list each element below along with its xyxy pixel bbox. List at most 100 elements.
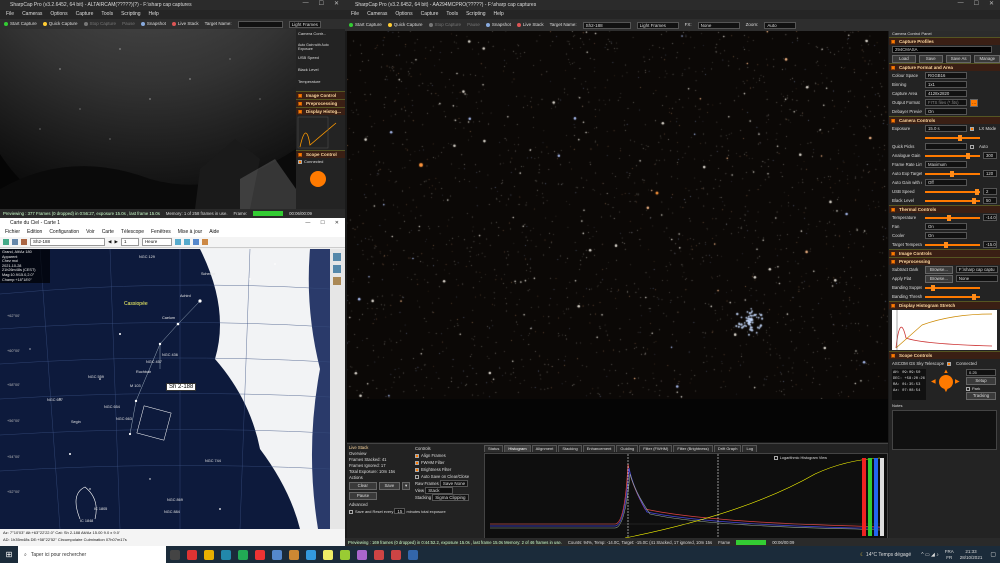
scope-stop-button[interactable]	[939, 375, 953, 389]
clock[interactable]: 21:33 28/10/2021	[960, 549, 983, 561]
open-icon[interactable]	[3, 239, 9, 245]
cooler-select[interactable]: On	[925, 232, 967, 239]
app-icon[interactable]	[288, 549, 299, 560]
quick-capture-button[interactable]: Quick Capture	[387, 20, 423, 30]
save-icon[interactable]	[12, 239, 18, 245]
menu-item-scripting[interactable]: Scripting	[121, 10, 140, 19]
zoom-in-icon[interactable]	[333, 253, 341, 261]
weather-widget[interactable]: ☾ 14°C Temps dégagé	[860, 552, 911, 558]
arrow-left-icon[interactable]: ◀	[931, 378, 936, 385]
scope-connected-row[interactable]: Connected	[296, 158, 345, 165]
close-icon[interactable]: ✕	[989, 0, 994, 7]
image-controls-header[interactable]: Image Control	[296, 91, 345, 100]
auto-gain-select[interactable]: Off	[925, 179, 967, 186]
preprocessing-header[interactable]: Preprocessing	[296, 99, 345, 108]
sky-map[interactable]: NGC 129 Schedar Achird Cassiopée Caelum +62°0…	[0, 249, 330, 529]
app-icon[interactable]	[305, 549, 316, 560]
camera-controls-header[interactable]: Camera Controls	[889, 116, 1000, 125]
app-icon[interactable]	[254, 549, 265, 560]
scope-direction-pad[interactable]	[310, 171, 326, 187]
exposure-slider[interactable]	[925, 134, 980, 141]
menu-item-cameras[interactable]: Cameras	[22, 10, 42, 19]
display-histogram-header[interactable]: Display Histog...	[296, 107, 345, 116]
raw-frames-select[interactable]: Save None	[439, 480, 469, 487]
target-label[interactable]: Sh 2-188	[166, 383, 197, 391]
brightness-checkbox[interactable]	[415, 467, 419, 472]
analogue-gain-slider[interactable]	[925, 152, 980, 159]
fwhm-checkbox[interactable]	[415, 460, 419, 465]
debayer-select[interactable]: On	[925, 108, 967, 115]
fan-select[interactable]: On	[925, 223, 967, 230]
menu-item-capture[interactable]: Capture	[76, 10, 94, 19]
target-name-input[interactable]: Sh2-188	[582, 21, 631, 29]
tool-icon[interactable]	[183, 239, 190, 245]
zoom-out-icon[interactable]	[333, 265, 341, 273]
stack-channel-sliders[interactable]	[861, 458, 885, 536]
tab-filter-brightness-[interactable]: Filter (Brightness)	[673, 445, 713, 452]
align-checkbox[interactable]	[415, 453, 419, 458]
scope-controls-header[interactable]: Scope Controls	[889, 351, 1000, 360]
frame-rate-select[interactable]: Maximum	[925, 161, 967, 168]
snapshot-button[interactable]: Snapshot	[485, 20, 511, 30]
exposure-input[interactable]: 15.0 s	[925, 125, 967, 132]
green-channel-slider[interactable]	[868, 458, 872, 536]
app-icon[interactable]	[322, 549, 333, 560]
auto-exp-slider[interactable]	[925, 170, 980, 177]
tool-icon[interactable]	[192, 239, 199, 245]
carte-menu-item-edition[interactable]: Edition	[27, 228, 42, 237]
auto-save-row[interactable]: Auto Save on Clear/Close	[415, 473, 481, 480]
luminance-channel-slider[interactable]	[880, 458, 884, 536]
menu-item-cameras[interactable]: Cameras	[367, 10, 387, 19]
live-stack-histogram[interactable]: Logarithmic Histogram View	[484, 453, 888, 539]
starfield-preview[interactable]	[347, 31, 888, 399]
dark-file-select[interactable]: F:\sharp cap captu	[955, 266, 998, 273]
display-histogram-header[interactable]: Display Histogram Stretch	[889, 301, 1000, 310]
banding-suppression-slider[interactable]	[925, 284, 980, 291]
profile-load-button[interactable]: Load	[892, 54, 916, 63]
sharpcap-icon[interactable]	[390, 549, 401, 560]
unit-select[interactable]: Heure	[141, 238, 172, 246]
print-icon[interactable]	[21, 239, 27, 245]
taskbar-search[interactable]: ⌕ Taper ici pour rechercher	[18, 546, 166, 563]
banding-threshold-slider[interactable]	[925, 293, 980, 300]
flat-browse-button[interactable]: Browse...	[925, 274, 953, 283]
image-controls-header[interactable]: Image Controls	[889, 249, 1000, 258]
close-icon[interactable]: ✕	[335, 218, 339, 228]
usb-speed-input[interactable]: 2	[983, 188, 997, 195]
save-reset-minutes-input[interactable]: 15	[394, 508, 406, 514]
tab-guiding[interactable]: Guiding	[616, 445, 639, 452]
carte-menu-item-t-lescope[interactable]: Télescope	[121, 228, 144, 237]
preprocessing-header[interactable]: Preprocessing	[889, 257, 1000, 266]
app-icon[interactable]	[356, 549, 367, 560]
menu-item-options[interactable]: Options	[395, 10, 412, 19]
lx-mode-checkbox[interactable]	[970, 126, 974, 131]
tab-drift-graph[interactable]: Drift Graph	[713, 445, 742, 452]
profile-select[interactable]: 294CMASA	[892, 46, 992, 53]
quick-picks-select[interactable]	[925, 143, 967, 150]
snapshot-button[interactable]: Snapshot	[140, 19, 166, 29]
black-level-input[interactable]: 50	[983, 197, 997, 204]
zoom-select[interactable]: Auto	[764, 21, 797, 29]
minimize-icon[interactable]: —	[303, 0, 309, 7]
auto-save-checkbox[interactable]	[415, 474, 419, 479]
live-stack-button[interactable]: Live Stack	[516, 20, 544, 30]
scope-controls-header[interactable]: Scope Control	[296, 150, 345, 159]
notes-textarea[interactable]	[892, 410, 997, 450]
minimize-icon[interactable]: —	[958, 0, 964, 7]
profile-save-button[interactable]: Save	[918, 54, 943, 63]
tracking-button[interactable]: Tracking	[966, 392, 996, 400]
chrome-icon[interactable]	[186, 549, 197, 560]
tab-alignment[interactable]: Alignment	[531, 445, 558, 452]
scope-speed-select[interactable]: 0.25	[966, 369, 996, 376]
auto-exposure-checkbox[interactable]	[970, 144, 974, 149]
red-channel-slider[interactable]	[862, 458, 866, 536]
carte-menu-item-aide[interactable]: Aide	[209, 228, 219, 237]
menu-item-capture[interactable]: Capture	[421, 10, 439, 19]
connected-checkbox[interactable]	[298, 159, 302, 164]
menu-item-help[interactable]: Help	[149, 10, 159, 19]
tab-status[interactable]: Status	[484, 445, 504, 452]
tool-icon[interactable]	[201, 239, 208, 245]
prev-icon[interactable]: ◀	[108, 239, 111, 245]
tab-enhancement[interactable]: Enhancement	[582, 445, 616, 452]
target-temp-input[interactable]: -15.0	[983, 241, 997, 248]
